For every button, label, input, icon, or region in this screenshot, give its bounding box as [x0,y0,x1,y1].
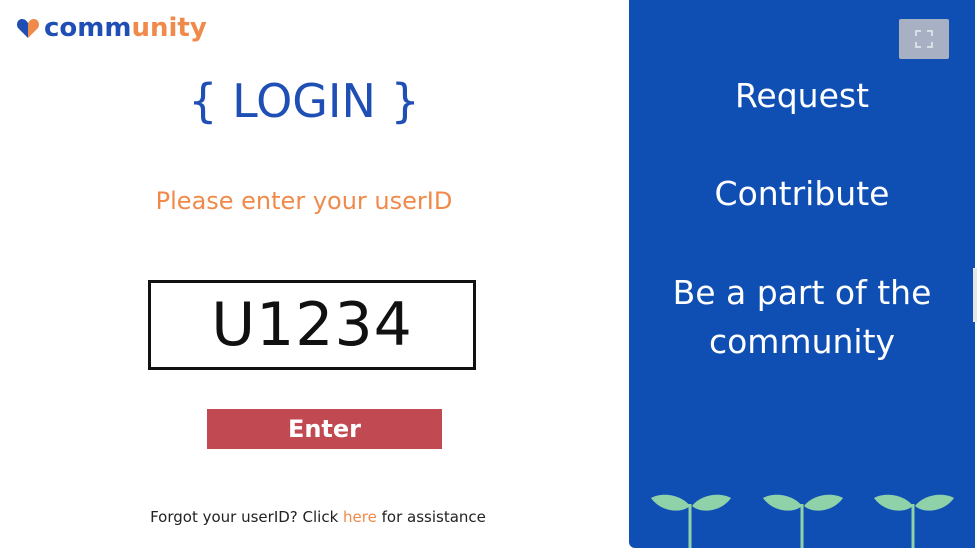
sprout-icon [874,494,954,548]
enter-button[interactable]: Enter [207,409,442,449]
fullscreen-button[interactable] [899,19,949,59]
scrollbar-thumb[interactable] [973,268,977,322]
logo-text: community [44,12,207,44]
panel-contribute-text: Contribute [714,174,890,213]
forgot-userid-text: Forgot your userID? Click here for assis… [100,506,536,528]
heart-logo-icon [17,19,39,38]
login-page: community { LOGIN } Please enter your us… [0,0,977,548]
community-logo: community [16,12,207,44]
panel-community-line2: community [708,322,896,361]
sprout-icon [763,494,843,548]
info-panel: Request Contribute Be a part of the comm… [629,0,975,548]
userid-prompt: Please enter your userID [155,187,453,215]
sprout-icon [651,494,731,548]
forgot-prefix: Forgot your userID? Click [150,508,344,526]
logo-text-comm: comm [44,13,132,43]
page-title: { LOGIN } [188,74,420,128]
userid-field[interactable]: U1234 [148,280,476,370]
forgot-suffix: for assistance [376,508,486,526]
fullscreen-icon [915,30,933,48]
panel-community-line1: Be a part of the [672,273,932,312]
logo-text-unity: unity [131,13,207,43]
panel-request-text: Request [734,76,870,115]
assistance-link[interactable]: here [343,508,377,526]
